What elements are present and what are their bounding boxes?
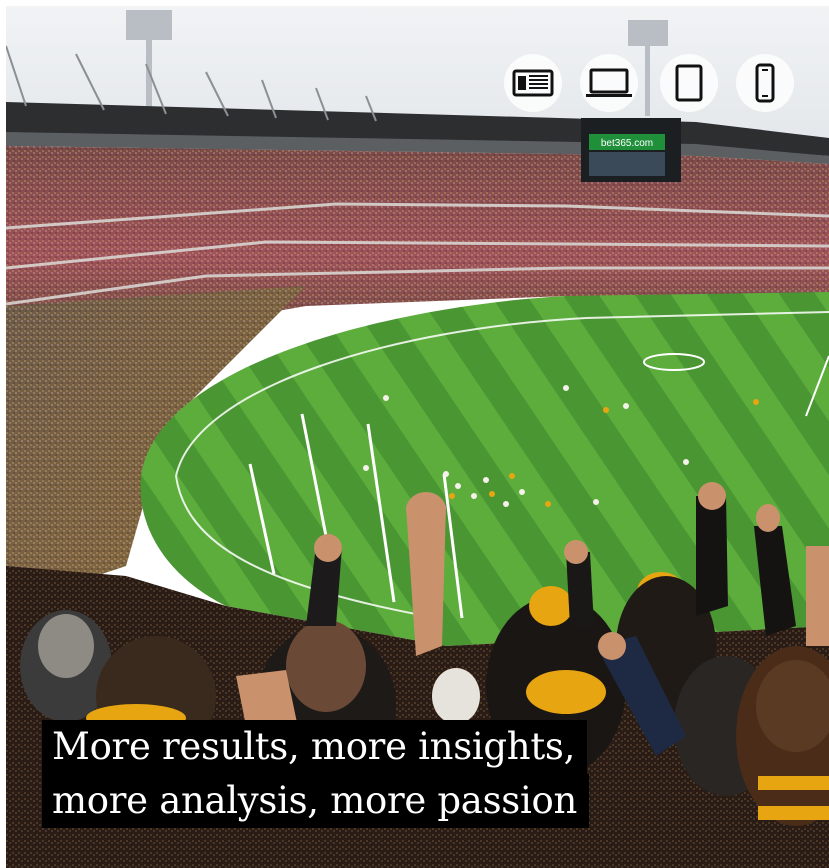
caption-line-1: More results, more insights, [42, 720, 588, 774]
newspaper-icon [512, 69, 554, 97]
tablet-device-button[interactable] [660, 54, 718, 112]
newspaper-device-button[interactable] [504, 54, 562, 112]
tablet-icon [675, 64, 703, 102]
laptop-device-button[interactable] [580, 54, 638, 112]
hero-photo: bet365.com More results, more insights, … [6, 6, 829, 868]
scoreboard: bet365.com [581, 118, 681, 182]
phone-device-button[interactable] [736, 54, 794, 112]
hero-caption: More results, more insights, more analys… [42, 720, 589, 828]
phone-icon [755, 63, 775, 103]
device-icon-bar [504, 54, 804, 114]
caption-line-2: more analysis, more passion [42, 774, 589, 828]
scoreboard-text: bet365.com [601, 138, 653, 149]
laptop-icon [586, 68, 632, 97]
